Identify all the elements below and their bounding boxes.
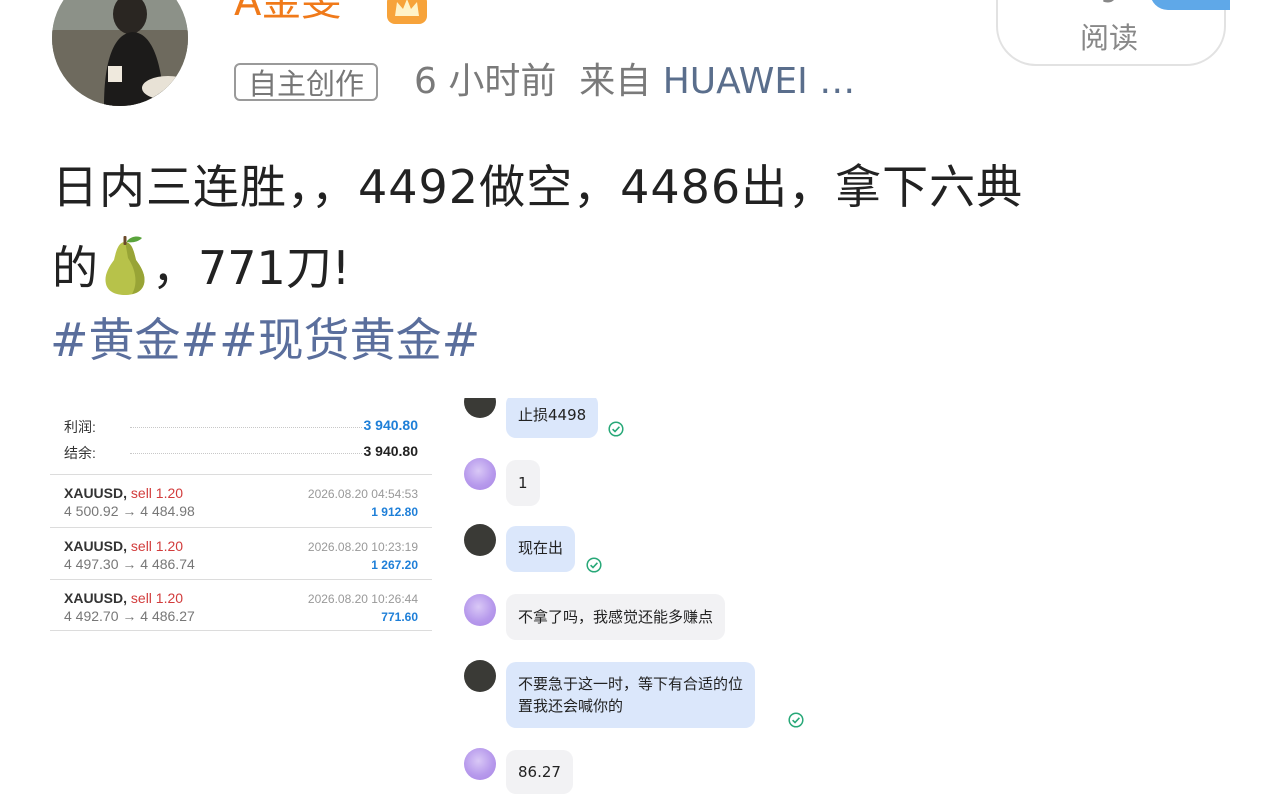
chat-bubble-other: 1 — [506, 460, 540, 506]
summary-label: 结余: — [64, 445, 96, 461]
sender-avatar — [464, 660, 496, 692]
post-text-line2-start: 的 — [52, 241, 98, 295]
trade-row[interactable]: XAUUSD, sell 1.20 2026.08.20 04:54:53 4 … — [50, 475, 432, 527]
trade-symbol: XAUUSD, sell 1.20 — [64, 485, 184, 501]
post-text-line1: 日内三连胜，，4492做空，4486出，拿下六典 — [52, 160, 1024, 214]
summary-row-balance: 结余: 3 940.80 — [50, 443, 432, 463]
trade-symbol: XAUUSD, sell 1.20 — [64, 538, 184, 554]
trade-time: 2026.08.20 04:54:53 — [307, 487, 418, 501]
trade-profit: 1 267.20 — [371, 558, 418, 572]
trade-prices: 4 492.70 → 4 486.27 — [64, 608, 195, 624]
summary-value: 3 940.80 — [363, 417, 419, 433]
trade-time: 2026.08.20 10:23:19 — [307, 540, 418, 554]
post-time: 6 小时前 — [414, 61, 557, 102]
chat-text-line: 不要急于这一时，等下有合适的位 — [518, 675, 744, 693]
post-source[interactable]: HUAWEI … — [663, 61, 855, 102]
receiver-avatar — [464, 748, 496, 780]
source-prefix: 来自 — [579, 61, 652, 102]
chat-bubble-other: 不拿了吗，我感觉还能多赚点 — [506, 594, 726, 640]
username[interactable]: A金雯 — [234, 0, 341, 22]
summary-value: 3 940.80 — [363, 443, 419, 459]
crown-badge-icon — [387, 0, 427, 24]
read-check-icon — [788, 712, 804, 728]
read-check-icon — [586, 557, 602, 573]
chat-text-line: 置我还会喊你的 — [518, 697, 624, 715]
trade-row[interactable]: XAUUSD, sell 1.20 2026.08.20 10:23:19 4 … — [50, 528, 432, 580]
post-meta: 6 小时前 来自 HUAWEI … — [414, 58, 855, 106]
post-text-line2-end: ，771刀! — [152, 241, 351, 295]
read-check-icon — [608, 421, 624, 437]
trade-history-panel: 利润: 3 940.80 结余: 3 940.80 XAUUSD, sell 1… — [50, 405, 432, 631]
sender-avatar — [464, 524, 496, 556]
read-label: 阅读 — [1080, 21, 1139, 55]
trade-symbol: XAUUSD, sell 1.20 — [64, 590, 184, 606]
read-count: 9 — [1100, 0, 1119, 8]
follow-button[interactable] — [1150, 0, 1230, 10]
original-content-tag: 自主创作 — [234, 63, 379, 101]
sender-avatar — [464, 398, 496, 418]
summary-row-profit: 利润: 3 940.80 — [50, 417, 432, 437]
trade-side: sell 1.20 — [130, 538, 184, 554]
post-text-line2: 的 ，771刀! — [52, 234, 350, 297]
receiver-avatar — [464, 458, 496, 490]
trade-side: sell 1.20 — [130, 590, 184, 606]
trade-prices: 4 500.92 → 4 484.98 — [64, 503, 195, 519]
pear-icon — [105, 236, 145, 295]
receiver-avatar — [464, 594, 496, 626]
user-avatar[interactable] — [52, 0, 188, 106]
trade-row[interactable]: XAUUSD, sell 1.20 2026.08.20 10:26:44 4 … — [50, 580, 432, 632]
chat-bubble-other: 86.27 — [506, 750, 573, 794]
trade-side: sell 1.20 — [130, 485, 184, 501]
trade-prices: 4 497.30 → 4 486.74 — [64, 556, 195, 572]
trade-profit: 1 912.80 — [371, 505, 418, 519]
chat-screenshot: 止损4498 1 现在出 不拿了吗，我感觉还能多赚点 不要急于这一时，等下有合适… — [460, 398, 820, 810]
summary-label: 利润: — [64, 419, 96, 435]
hashtags[interactable]: #黄金##现货黄金# — [50, 311, 480, 369]
trade-time: 2026.08.20 10:26:44 — [307, 592, 418, 606]
chat-bubble-mine: 现在出 — [506, 526, 576, 572]
avatar-photo — [52, 0, 188, 106]
trade-profit: 771.60 — [381, 610, 418, 624]
chat-bubble-mine: 不要急于这一时，等下有合适的位 置我还会喊你的 — [506, 662, 756, 728]
chat-bubble-mine: 止损4498 — [506, 398, 599, 438]
